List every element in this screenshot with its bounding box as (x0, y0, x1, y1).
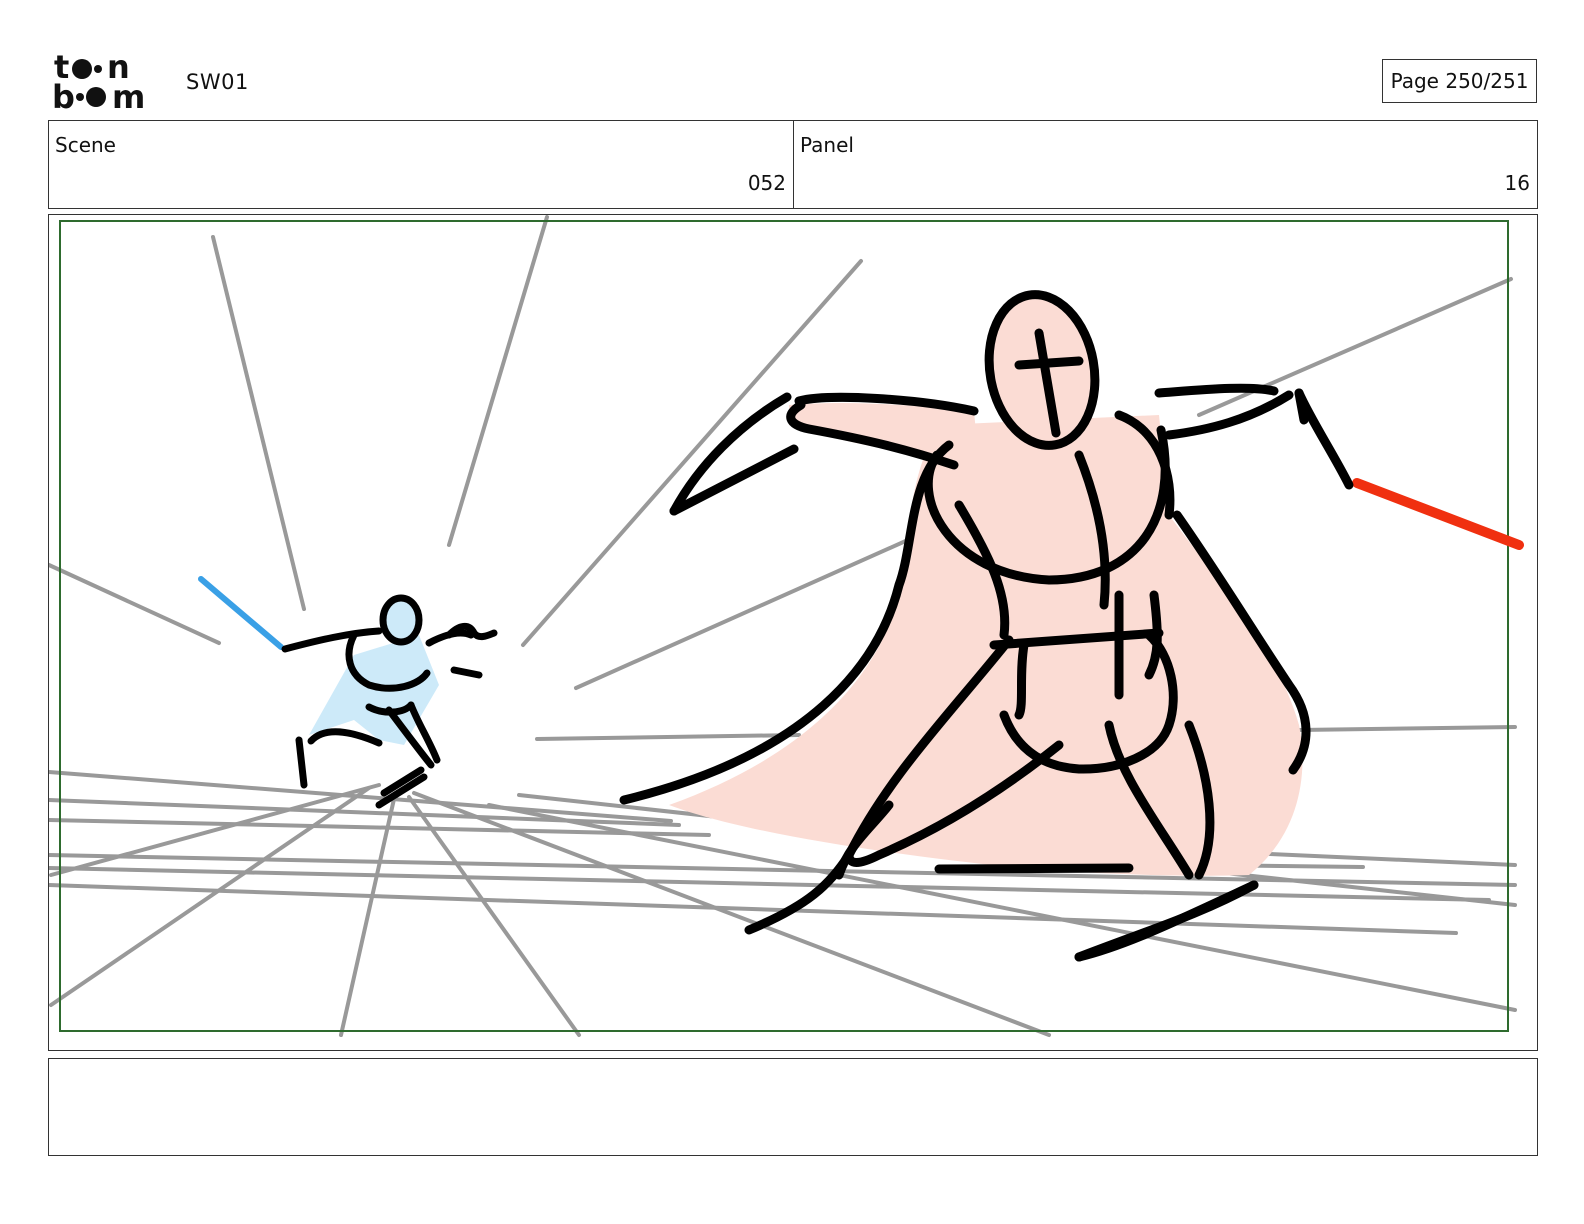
hero-lightsaber (198, 576, 284, 650)
page-indicator: Page 250/251 (1382, 59, 1537, 103)
scene-label: Scene (55, 133, 116, 157)
caption-box (48, 1058, 1538, 1156)
scene-panel-table: Scene 052 Panel 16 (48, 120, 1538, 209)
toon-boom-logo: t n b m (52, 50, 145, 112)
panel-number: 16 (1504, 171, 1530, 195)
villain-figure (619, 290, 1524, 962)
storyboard-drawing (49, 215, 1524, 1037)
svg-text:b: b (52, 78, 75, 112)
villain-lightsaber (1352, 478, 1524, 550)
scene-cell: Scene 052 (49, 121, 794, 208)
hero-figure (198, 576, 498, 809)
storyboard-frame (48, 214, 1538, 1051)
svg-text:m: m (112, 78, 145, 112)
project-code: SW01 (186, 70, 249, 94)
panel-cell: Panel 16 (794, 121, 1537, 208)
scene-number: 052 (747, 171, 786, 195)
panel-label: Panel (800, 133, 854, 157)
